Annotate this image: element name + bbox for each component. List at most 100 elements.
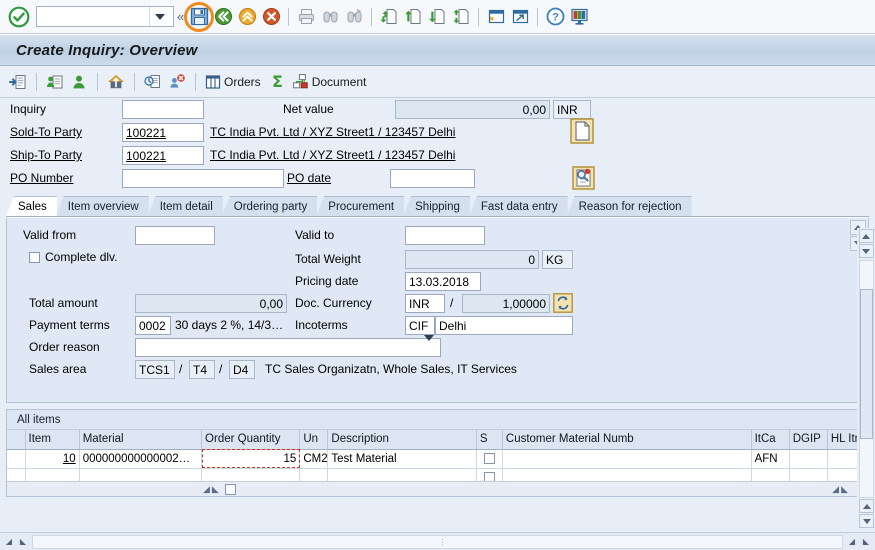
green-check-icon[interactable]: [8, 6, 30, 28]
inquiry-input[interactable]: [122, 100, 204, 119]
scrollbar-thumb[interactable]: [860, 289, 873, 439]
payment-terms-code[interactable]: [135, 316, 171, 335]
scroll-right-icon[interactable]: ◣: [16, 535, 30, 549]
delete-item-button[interactable]: [165, 69, 189, 95]
ship-to-party-input[interactable]: [122, 146, 204, 165]
command-input[interactable]: [37, 8, 149, 25]
cancel-button[interactable]: [259, 4, 283, 30]
scroll-left-icon[interactable]: ◢: [845, 535, 859, 549]
save-button[interactable]: [184, 1, 215, 32]
cell-material[interactable]: 000000000000002…: [79, 449, 203, 469]
doc-currency-input[interactable]: [405, 294, 445, 313]
previous-page-button[interactable]: [401, 4, 425, 30]
column-header-dgip[interactable]: DGIP: [789, 430, 828, 450]
cell-item[interactable]: 10: [25, 449, 80, 469]
double-chevron-left-icon[interactable]: «: [174, 9, 187, 24]
po-number-input[interactable]: [122, 169, 284, 188]
sold-to-party-label[interactable]: Sold-To Party: [10, 125, 82, 139]
valid-to-input[interactable]: [405, 226, 485, 245]
document-search-icon[interactable]: [572, 166, 595, 193]
cell-itca[interactable]: AFN: [751, 449, 790, 469]
find-button[interactable]: [318, 4, 342, 30]
grid-horizontal-scrollbar[interactable]: ◢ ◣ ◢ ◣: [7, 481, 868, 496]
valid-from-input[interactable]: [135, 226, 215, 245]
page-horizontal-scrollbar[interactable]: ◢ ◣ ⋮ ◢ ◣: [0, 532, 875, 550]
scroll-left-icon[interactable]: ◢: [832, 484, 839, 495]
tab-shipping[interactable]: Shipping: [403, 196, 470, 216]
scroll-down-icon[interactable]: [859, 514, 874, 528]
document-button[interactable]: Document: [289, 69, 372, 95]
next-page-button[interactable]: [425, 4, 449, 30]
find-next-button[interactable]: [342, 4, 366, 30]
back-button[interactable]: [211, 4, 235, 30]
print-button[interactable]: [294, 4, 318, 30]
scrollbar-track[interactable]: [859, 260, 874, 498]
po-date-input[interactable]: [390, 169, 475, 188]
cell-un[interactable]: CM2: [299, 449, 329, 469]
overview-button[interactable]: [6, 69, 30, 95]
incoterms-code[interactable]: [405, 316, 435, 335]
create-shortcut-button[interactable]: [508, 4, 532, 30]
tab-sales[interactable]: Sales: [6, 196, 57, 216]
cell-customer-material-numb[interactable]: [502, 449, 752, 469]
refresh-exchange-icon[interactable]: [553, 293, 573, 316]
sold-to-party-button[interactable]: [43, 69, 67, 95]
scroll-up-icon[interactable]: [858, 229, 874, 243]
last-page-button[interactable]: [449, 4, 473, 30]
scroll-right-icon[interactable]: ◣: [212, 484, 219, 495]
scroll-down-icon[interactable]: [858, 244, 874, 258]
scroll-left-icon[interactable]: ◢: [203, 484, 210, 495]
chevron-down-icon[interactable]: [424, 334, 440, 355]
document-page-icon[interactable]: [570, 118, 594, 147]
tab-fast-data-entry[interactable]: Fast data entry: [468, 196, 568, 216]
sold-to-party-input[interactable]: [122, 123, 204, 142]
grid-scroll-right-group[interactable]: ◢ ◣: [832, 484, 848, 495]
sum-button[interactable]: Σ: [266, 69, 289, 95]
incoterms-text[interactable]: [435, 316, 573, 335]
command-field-wrapper[interactable]: [36, 6, 174, 27]
orders-button[interactable]: Orders: [202, 69, 266, 95]
cell-description[interactable]: Test Material: [327, 449, 477, 469]
page-vertical-scrollbar[interactable]: [857, 228, 875, 532]
scrollbar-track[interactable]: ⋮: [32, 534, 843, 549]
checkbox-icon[interactable]: [483, 452, 495, 464]
scroll-up-icon[interactable]: [859, 499, 874, 513]
scroll-left-icon[interactable]: ◢: [2, 535, 16, 549]
column-header-customer-material-numb[interactable]: Customer Material Numb: [502, 430, 752, 450]
customize-button[interactable]: [567, 4, 591, 30]
row-selector[interactable]: [7, 449, 26, 469]
scroll-right-icon[interactable]: ◣: [841, 484, 848, 495]
ship-to-party-label[interactable]: Ship-To Party: [10, 148, 82, 162]
scroll-right-icon[interactable]: ◣: [859, 535, 873, 549]
complete-dlv-checkbox[interactable]: Complete dlv.: [29, 250, 117, 264]
pricing-date-input[interactable]: [405, 272, 481, 291]
grid-scroll-left[interactable]: ◢ ◣: [203, 484, 219, 495]
help-button[interactable]: ?: [543, 4, 567, 30]
tab-procurement[interactable]: Procurement: [316, 196, 405, 216]
cell-s[interactable]: [476, 449, 503, 469]
exit-button[interactable]: [235, 4, 259, 30]
sold-to-party-description[interactable]: TC India Pvt. Ltd / XYZ Street1 / 123457…: [210, 125, 455, 139]
copy-button[interactable]: [141, 69, 165, 95]
tab-item-detail[interactable]: Item detail: [147, 196, 223, 216]
first-page-button[interactable]: [377, 4, 401, 30]
select-all-header[interactable]: [7, 430, 26, 450]
shipping-point-button[interactable]: [104, 69, 128, 95]
po-date-label[interactable]: PO date: [287, 171, 331, 185]
chevron-down-icon[interactable]: [149, 7, 169, 26]
column-header-item[interactable]: Item: [25, 430, 80, 450]
tab-reason-for-rejection[interactable]: Reason for rejection: [566, 196, 692, 216]
partner-button[interactable]: [67, 69, 91, 95]
create-session-button[interactable]: [484, 4, 508, 30]
cell-dgip[interactable]: [789, 449, 828, 469]
ship-to-party-description[interactable]: TC India Pvt. Ltd / XYZ Street1 / 123457…: [210, 148, 455, 162]
column-header-itca[interactable]: ItCa: [751, 430, 790, 450]
cell-order-quantity[interactable]: 15: [201, 449, 301, 469]
column-header-un[interactable]: Un: [299, 430, 329, 450]
table-row[interactable]: 10 000000000000002… 15 CM2 Test Material…: [7, 449, 869, 469]
tab-ordering-party[interactable]: Ordering party: [221, 196, 318, 216]
column-header-material[interactable]: Material: [79, 430, 203, 450]
grid-resize-handle[interactable]: [224, 483, 236, 495]
column-header-description[interactable]: Description: [327, 430, 477, 450]
order-reason-select[interactable]: [135, 334, 441, 357]
